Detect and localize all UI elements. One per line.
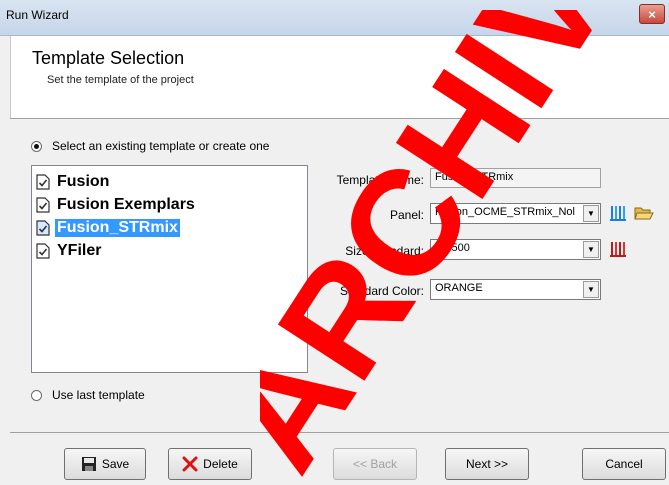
blue-bars-icon <box>610 206 626 221</box>
next-label: Next >> <box>465 457 509 471</box>
template-item[interactable]: Fusion <box>32 170 307 193</box>
back-button[interactable]: << Back <box>333 448 417 480</box>
header-divider <box>10 118 669 119</box>
wizard-header: Template Selection Set the template of t… <box>10 36 669 118</box>
existing-template-option[interactable]: Select an existing template or create on… <box>31 139 269 153</box>
red-bars-icon <box>610 242 626 257</box>
cancel-label: Cancel <box>605 457 643 471</box>
size-standard-label: Size Standard: <box>345 244 424 258</box>
panel-select[interactable]: Fusion_OCME_STRmix_Nol ▼ <box>430 203 601 224</box>
size-standard-view-button[interactable] <box>607 238 629 260</box>
template-item[interactable]: Fusion Exemplars <box>32 193 307 216</box>
document-check-icon <box>36 219 50 236</box>
last-template-option[interactable]: Use last template <box>31 388 145 402</box>
template-item-label: Fusion Exemplars <box>57 195 195 213</box>
open-folder-button[interactable] <box>633 202 655 224</box>
chevron-down-icon[interactable]: ▼ <box>583 281 599 298</box>
red-x-icon <box>182 456 198 472</box>
page-subtitle: Set the template of the project <box>47 74 194 86</box>
delete-label: Delete <box>203 457 238 471</box>
delete-button[interactable]: Delete <box>168 448 252 480</box>
template-name-label: Template Name: <box>336 173 424 187</box>
panel-value: Fusion_OCME_STRmix_Nol <box>435 206 575 218</box>
chevron-down-icon[interactable]: ▼ <box>583 241 599 258</box>
chevron-down-icon[interactable]: ▼ <box>583 205 599 222</box>
back-label: << Back <box>352 457 398 471</box>
template-list[interactable]: Fusion Fusion Exemplars Fusion_STRmix YFile… <box>31 165 308 373</box>
standard-color-value: ORANGE <box>435 282 483 294</box>
panel-view-button[interactable] <box>607 202 629 224</box>
template-item-label: Fusion <box>57 172 110 190</box>
page-title: Template Selection <box>32 48 185 68</box>
existing-template-radio[interactable] <box>31 140 42 152</box>
template-item-label: YFiler <box>57 241 102 259</box>
cancel-button[interactable]: Cancel <box>582 448 666 480</box>
template-item[interactable]: YFiler <box>32 239 307 262</box>
panel-label: Panel: <box>389 208 424 222</box>
footer-divider <box>10 432 669 433</box>
next-button[interactable]: Next >> <box>445 448 529 480</box>
existing-template-label: Select an existing template or create on… <box>52 139 270 153</box>
standard-color-select[interactable]: ORANGE ▼ <box>430 279 601 300</box>
standard-color-label: Standard Color: <box>339 284 424 298</box>
document-check-icon <box>36 173 50 190</box>
title-bar: Run Wizard × <box>0 0 669 36</box>
template-item-label: Fusion_STRmix <box>55 218 180 237</box>
document-check-icon <box>36 196 50 213</box>
last-template-radio[interactable] <box>31 389 42 401</box>
size-standard-value: ILS500 <box>435 242 470 254</box>
window-title: Run Wizard <box>6 8 69 22</box>
size-standard-select[interactable]: ILS500 ▼ <box>430 239 601 260</box>
save-label: Save <box>101 457 130 471</box>
last-template-label: Use last template <box>52 388 145 402</box>
open-folder-icon <box>634 207 654 220</box>
document-check-icon <box>36 242 50 259</box>
close-button[interactable]: × <box>639 4 665 24</box>
template-name-field[interactable]: Fusion_STRmix <box>430 168 601 188</box>
floppy-disk-icon <box>81 457 96 471</box>
save-button[interactable]: Save <box>64 448 146 480</box>
template-item[interactable]: Fusion_STRmix <box>32 216 307 239</box>
